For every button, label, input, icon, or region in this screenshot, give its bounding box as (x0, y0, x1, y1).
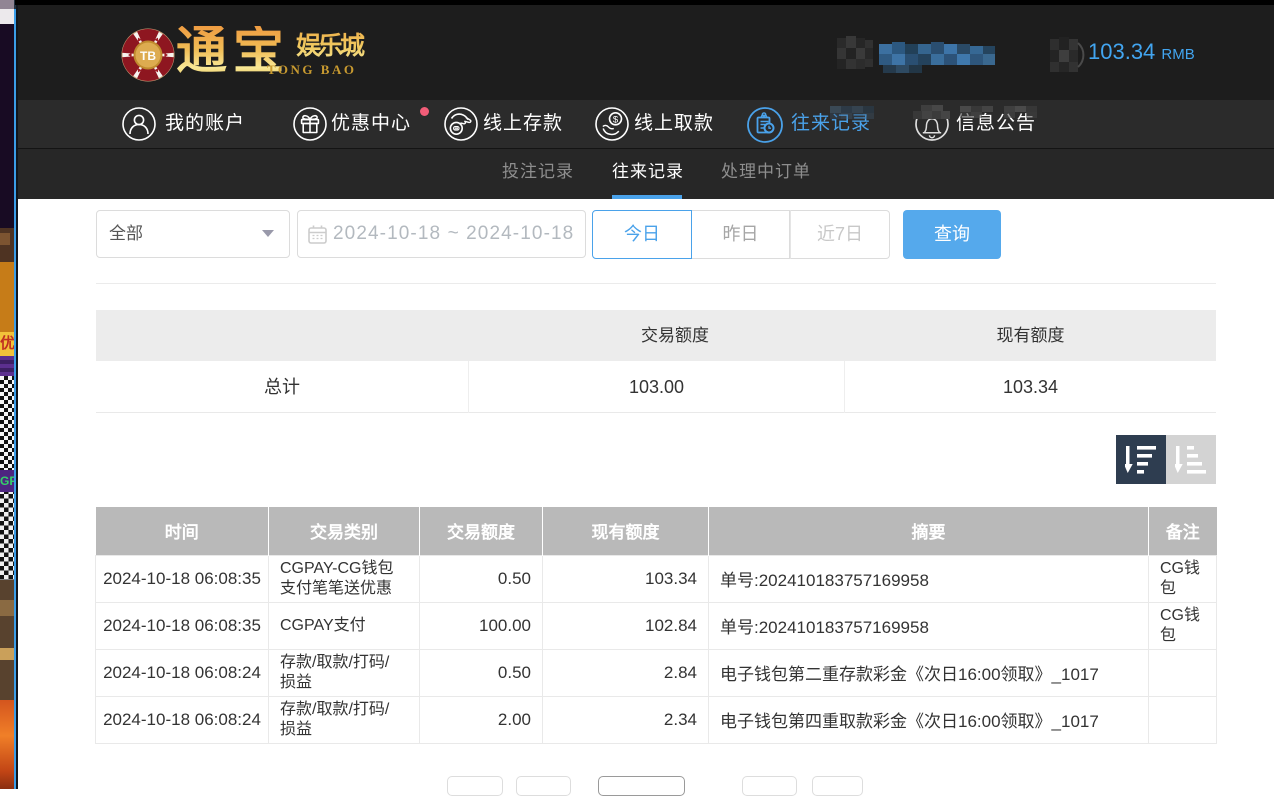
svg-text:TB: TB (140, 49, 156, 63)
svg-text:$: $ (613, 114, 619, 125)
